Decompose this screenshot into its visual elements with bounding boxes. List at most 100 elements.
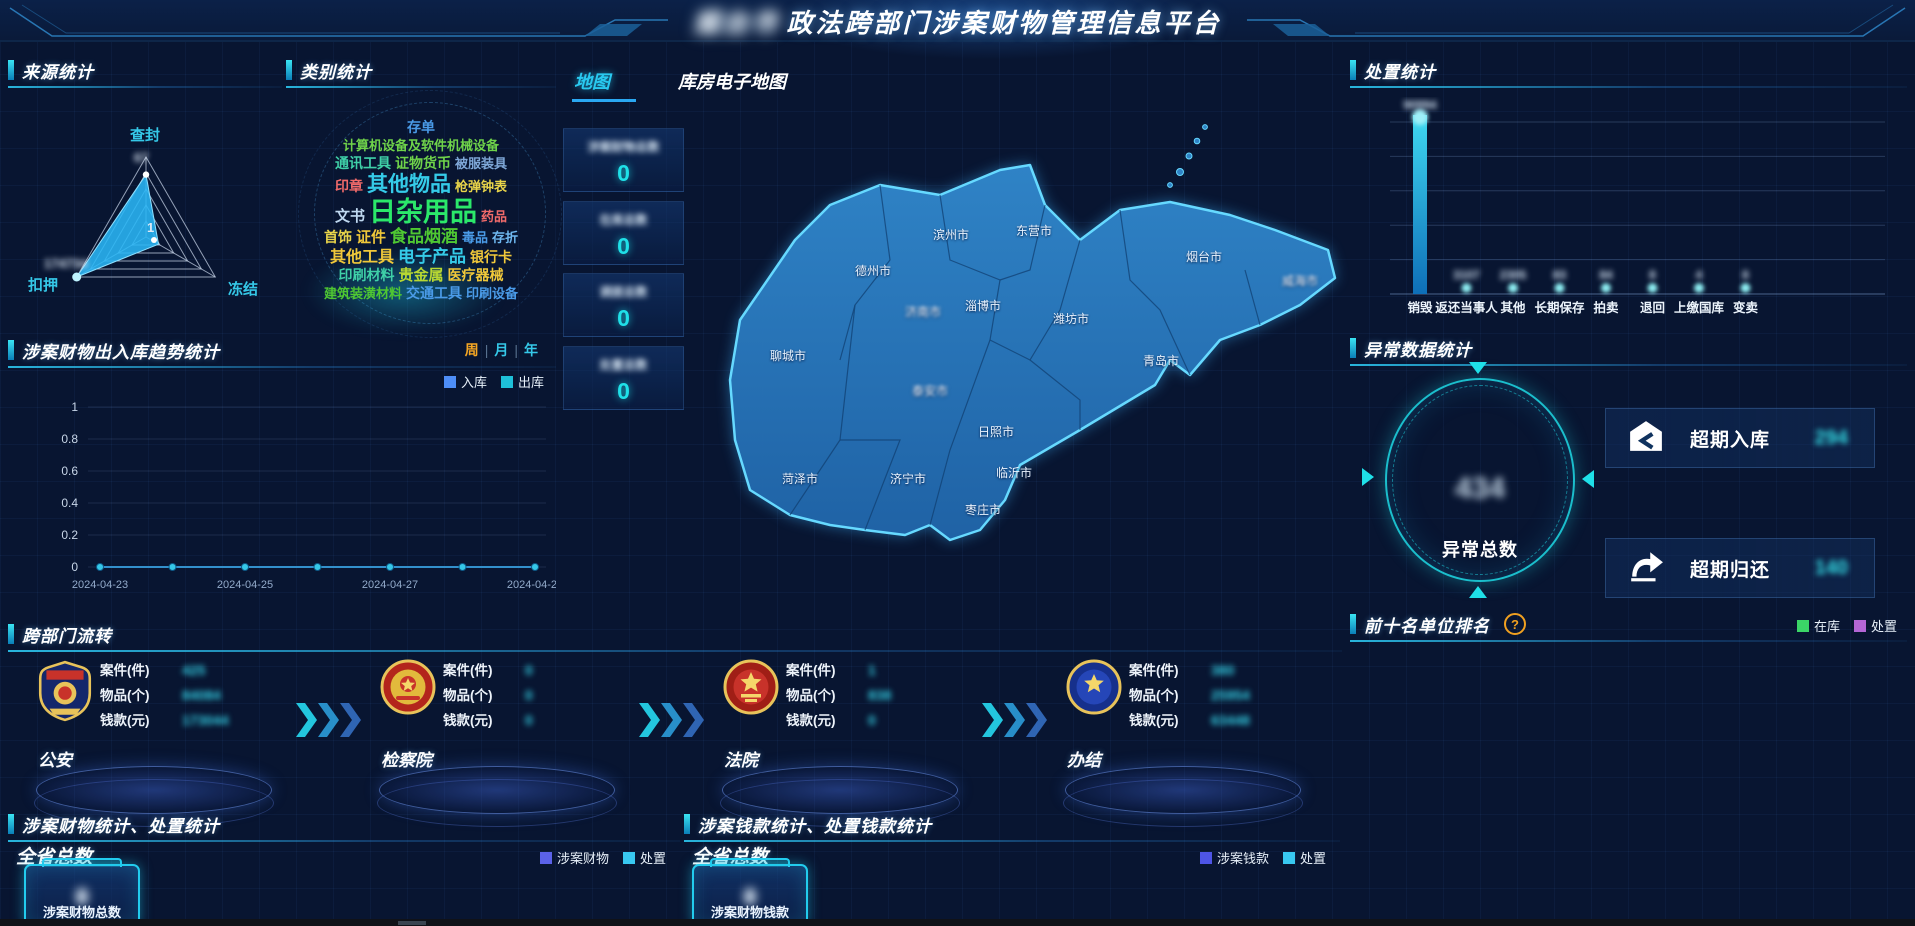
map-stat-label: 处置总数 [564,356,683,373]
money-stats-title: 涉案钱款统计、处置钱款统计 [698,812,932,837]
separator: | [485,342,489,358]
radar-value-top: 67 [134,150,148,165]
cross-dept-panel: 跨部门流转 案件(件)425物品(个)84084钱款(元)173044公安案件(… [8,616,1342,812]
org-stat-label: 案件(件) [100,658,182,683]
svg-text:2024-04-27: 2024-04-27 [362,579,418,591]
source-stats-panel: 来源统计 查封 扣押 冻结 67 174734 1 [8,52,282,330]
legend-item[interactable]: 涉案财物 [540,848,609,867]
wordcloud-word: 计算机设备及软件机械设备 [343,138,499,153]
org-stat-row: 物品(个)0 [443,683,533,708]
abnormal-total-label: 异常总数 [1387,536,1573,562]
shandong-map [700,110,1360,630]
map-stat-label: 涉案财物总数 [564,138,683,155]
title-accent-bar [1350,338,1356,358]
svg-text:2024-04-29: 2024-04-29 [507,579,556,591]
radar-axis-chafeng: 查封 [130,124,160,145]
period-tab-1[interactable]: 周 [465,342,479,358]
wordcloud-word: 食品烟酒 [390,227,458,246]
org-stat-value: 0 [525,662,533,678]
help-icon[interactable]: ? [1504,613,1526,635]
period-tab-2[interactable]: 月 [494,342,508,358]
title-underline [8,650,1342,652]
abnormal-row-value: 294 [1815,427,1848,450]
legend-swatch [540,852,552,864]
org-block-court: 案件(件)1物品(个)838钱款(元)0法院 [720,654,1020,824]
svg-text:0: 0 [71,560,78,574]
chevron-up-icon [1469,586,1487,598]
map-stat-value: 0 [564,378,683,405]
flow-arrow-icon [982,702,1054,743]
map-stat-card: 处置总数 0 [563,346,684,410]
police-badge-icon [36,658,94,727]
overdue-inbound-icon [1628,420,1668,457]
legend-label: 处置 [1871,616,1897,635]
legend-item[interactable]: 处置 [1854,616,1897,635]
title-accent-bar [684,814,690,834]
svg-text:拍卖: 拍卖 [1593,300,1619,315]
org-stat-label: 案件(件) [443,658,525,683]
tab-warehouse-emap[interactable]: 库房电子地图 [678,68,786,94]
org-stat-label: 物品(个) [100,683,182,708]
org-block-procuratorate: 案件(件)0物品(个)0钱款(元)0检察院 [377,654,677,824]
radar-axis-dongjie: 冻结 [228,278,258,299]
org-stat-value: 25954 [1211,687,1250,703]
property-stats-title: 涉案财物统计、处置统计 [22,812,220,837]
org-stat-value: 84084 [182,687,221,703]
svg-text:0.4: 0.4 [61,496,78,510]
period-tab-3[interactable]: 年 [524,342,538,358]
map-stat-label: 在库总数 [564,211,683,228]
legend-item[interactable]: 涉案钱款 [1200,848,1269,867]
wordcloud-word: 印章 [335,178,363,194]
tab-map[interactable]: 地图 [574,68,610,94]
svg-text:0.2: 0.2 [61,528,78,542]
legend-label: 出库 [518,372,544,391]
legend-label: 在库 [1814,616,1840,635]
bottom-strip [0,919,1915,926]
title-underline [684,840,1340,842]
org-stat-label: 钱款(元) [786,708,868,733]
org-stat-row: 钱款(元)173044 [100,708,229,733]
wordcloud-word: 其他物品 [367,173,451,196]
legend-item[interactable]: 处置 [1283,848,1326,867]
svg-text:2024-04-25: 2024-04-25 [217,579,273,591]
org-stat-row: 案件(件)0 [443,658,533,683]
org-stat-label: 钱款(元) [100,708,182,733]
org-stat-row: 钱款(元)0 [786,708,891,733]
svg-text:销毁: 销毁 [1407,300,1433,315]
org-block-closed: 案件(件)380物品(个)25954钱款(元)63448办结 [1063,654,1363,824]
wordcloud-word: 枪弹钟表 [455,179,507,194]
trend-period-tabs: 周|月|年 [465,340,538,360]
wordcloud-word: 其他工具 [330,249,394,266]
org-stat-value: 838 [868,687,891,703]
category-stats-title: 类别统计 [300,58,372,83]
scrollbar-thumb[interactable] [398,921,426,925]
org-stat-label: 物品(个) [786,683,868,708]
radar-value-left: 174734 [44,256,87,271]
legend-item[interactable]: 出库 [501,372,544,391]
legend-swatch [1200,852,1212,864]
org-stat-label: 案件(件) [786,658,868,683]
disposal-stats-title: 处置统计 [1364,58,1436,83]
svg-text:4: 4 [1696,268,1703,282]
abnormal-stats-panel: 异常数据统计 434 异常总数 超期入库294超期归还140 [1350,330,1907,602]
org-stat-label: 物品(个) [1129,683,1211,708]
abnormal-row-label: 超期归还 [1690,555,1770,582]
legend-item[interactable]: 处置 [623,848,666,867]
title-underline [1350,86,1907,88]
svg-text:8: 8 [1649,268,1656,282]
title-accent-bar [8,624,14,644]
map-stat-card: 涉案财物总数0 [563,128,684,192]
org-stat-row: 案件(件)380 [1129,658,1250,683]
source-stats-title: 来源统计 [22,58,94,83]
title-underline [8,366,556,368]
abnormal-row-1[interactable]: 超期入库294 [1605,408,1875,468]
abnormal-row-2[interactable]: 超期归还140 [1605,538,1875,598]
title-accent-bar [1350,614,1356,634]
org-stat-value: 425 [182,662,205,678]
legend-item[interactable]: 入库 [444,372,487,391]
wordcloud-word: 建筑装潢材料 [324,286,402,301]
org-stat-label: 钱款(元) [1129,708,1211,733]
legend-item[interactable]: 在库 [1797,616,1840,635]
wordcloud-word: 银行卡 [470,249,512,265]
chevron-down-icon [1469,362,1487,374]
